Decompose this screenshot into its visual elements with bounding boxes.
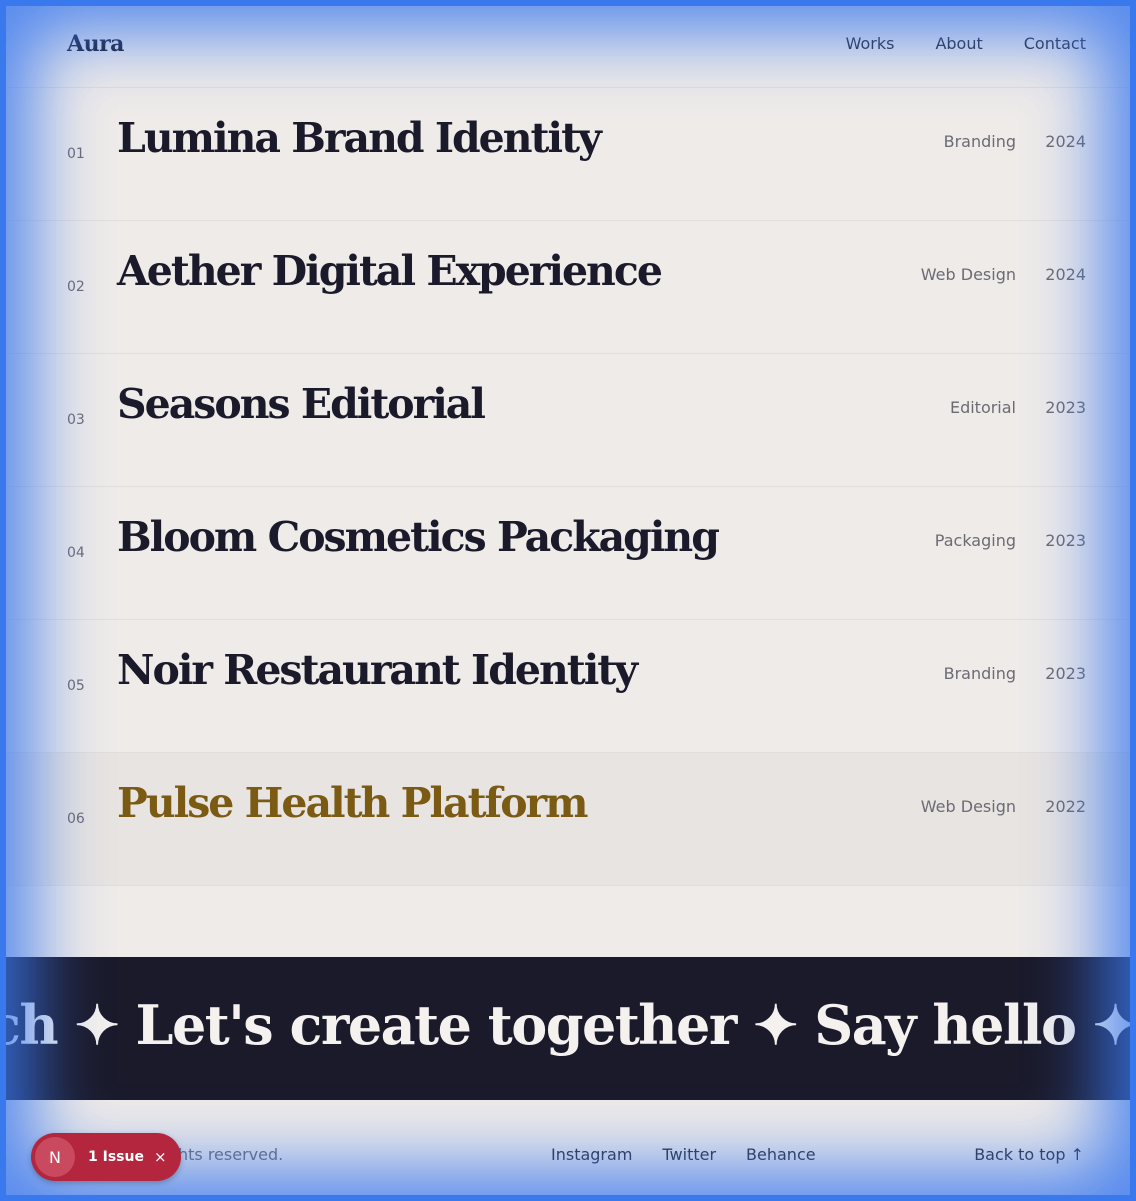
work-number: 05: [67, 678, 85, 694]
social-twitter[interactable]: Twitter: [662, 1145, 716, 1164]
issue-avatar: N: [35, 1137, 75, 1177]
work-category: Branding: [943, 132, 1016, 151]
social-links: Instagram Twitter Behance: [551, 1145, 816, 1164]
close-icon[interactable]: ×: [154, 1148, 167, 1166]
nav-contact[interactable]: Contact: [1024, 34, 1086, 53]
work-title[interactable]: Lumina Brand Identity: [117, 114, 602, 162]
work-row[interactable]: 03 Seasons Editorial Editorial 2023: [0, 354, 1136, 487]
work-category: Web Design: [920, 797, 1016, 816]
social-instagram[interactable]: Instagram: [551, 1145, 632, 1164]
work-row[interactable]: 05 Noir Restaurant Identity Branding 202…: [0, 620, 1136, 753]
work-category: Editorial: [949, 398, 1016, 417]
work-row-hovered[interactable]: 06 Pulse Health Platform Web Design 2022: [0, 753, 1136, 886]
work-number: 03: [67, 412, 85, 428]
nav-works[interactable]: Works: [846, 34, 895, 53]
works-list: 01 Lumina Brand Identity Branding 2024 0…: [0, 88, 1136, 886]
issues-badge[interactable]: N 1 Issue ×: [31, 1133, 181, 1181]
back-to-top-link[interactable]: Back to top ↑: [974, 1145, 1084, 1164]
site-header: Aura Works About Contact: [0, 0, 1136, 88]
work-row[interactable]: 04 Bloom Cosmetics Packaging Packaging 2…: [0, 487, 1136, 620]
work-number: 02: [67, 279, 85, 295]
work-year: 2024: [1045, 132, 1086, 151]
work-title[interactable]: Bloom Cosmetics Packaging: [117, 513, 720, 561]
work-number: 01: [67, 146, 85, 162]
work-title[interactable]: Aether Digital Experience: [117, 247, 663, 295]
work-category: Packaging: [934, 531, 1016, 550]
work-year: 2023: [1045, 398, 1086, 417]
work-title[interactable]: Seasons Editorial: [117, 380, 486, 428]
work-number: 04: [67, 545, 85, 561]
work-number: 06: [67, 811, 85, 827]
main-nav: Works About Contact: [846, 34, 1086, 53]
issue-count[interactable]: 1 Issue: [88, 1149, 144, 1165]
work-year: 2022: [1045, 797, 1086, 816]
work-year: 2024: [1045, 265, 1086, 284]
work-title[interactable]: Noir Restaurant Identity: [117, 646, 638, 694]
social-behance[interactable]: Behance: [746, 1145, 816, 1164]
work-category: Web Design: [920, 265, 1016, 284]
work-year: 2023: [1045, 664, 1086, 683]
work-year: 2023: [1045, 531, 1086, 550]
marquee-banner: ch ✦ Let's create together ✦ Say hello ✦: [0, 957, 1136, 1100]
work-row[interactable]: 02 Aether Digital Experience Web Design …: [0, 221, 1136, 354]
nav-about[interactable]: About: [935, 34, 982, 53]
work-row[interactable]: 01 Lumina Brand Identity Branding 2024: [0, 88, 1136, 221]
brand-logo[interactable]: Aura: [67, 31, 124, 57]
marquee-text: ch ✦ Let's create together ✦ Say hello ✦: [0, 993, 1136, 1057]
work-category: Branding: [943, 664, 1016, 683]
work-title[interactable]: Pulse Health Platform: [117, 779, 589, 827]
